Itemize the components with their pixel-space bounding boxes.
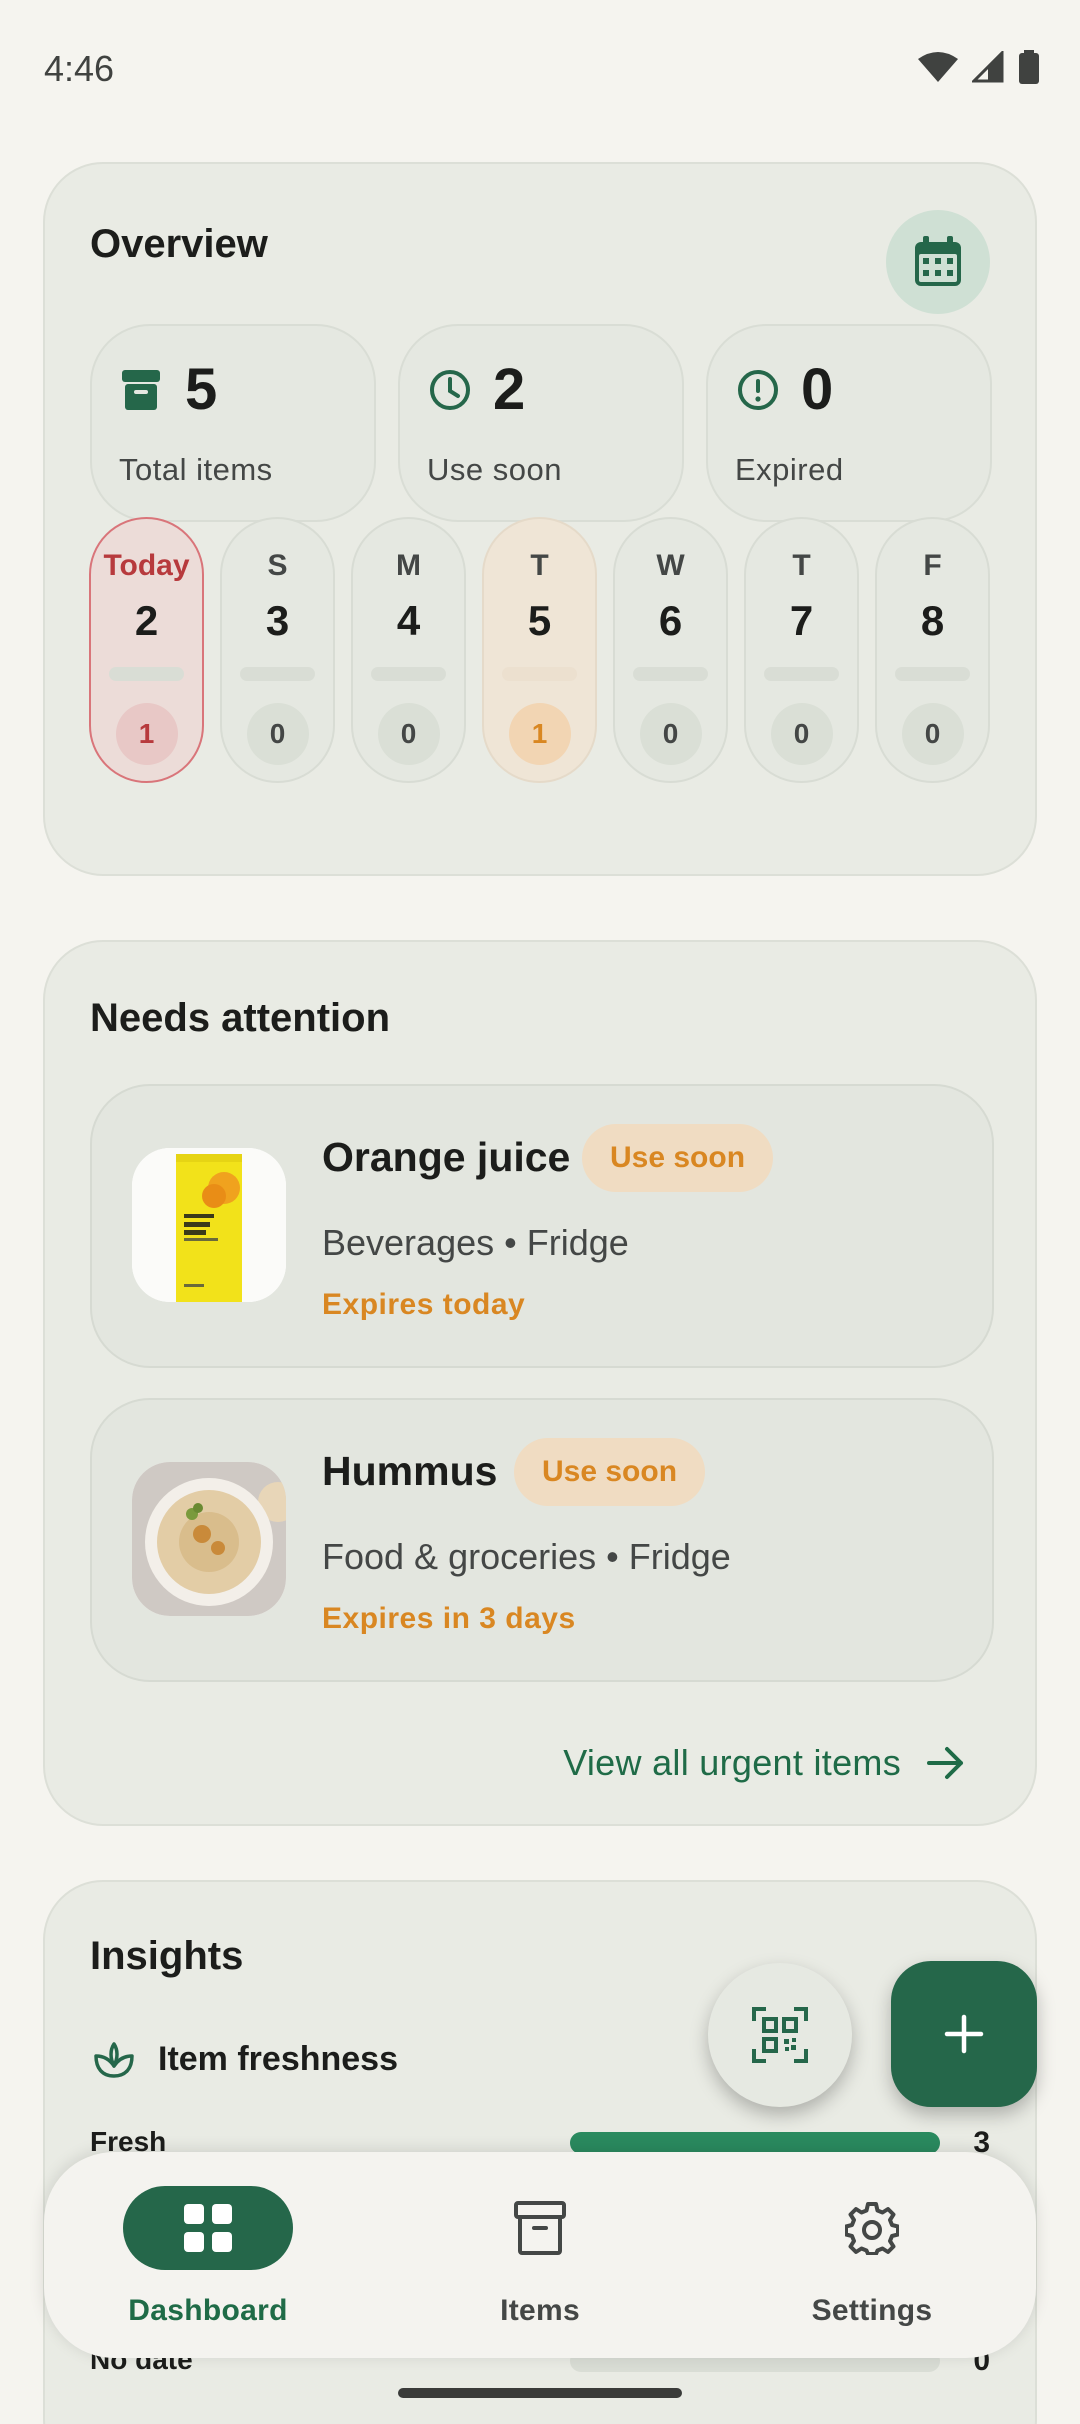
stat-use-soon[interactable]: 2 Use soon <box>398 324 684 522</box>
add-item-button[interactable] <box>891 1961 1037 2107</box>
scan-button[interactable] <box>708 1963 852 2107</box>
day-count: 0 <box>246 703 309 765</box>
day-count: 0 <box>377 703 440 765</box>
day-count: 0 <box>770 703 833 765</box>
item-image <box>132 1462 286 1616</box>
stat-label: Use soon <box>427 452 562 487</box>
day-thu[interactable]: T 7 0 <box>744 517 859 783</box>
day-label: S <box>267 549 288 582</box>
alert-circle-icon <box>738 370 778 410</box>
item-meta: Food & groceries • Fridge <box>322 1536 731 1577</box>
home-indicator <box>398 2388 682 2398</box>
stat-label: Expired <box>735 452 844 487</box>
day-date: 8 <box>920 597 945 644</box>
attention-title: Needs attention <box>90 996 391 1040</box>
item-name: Hummus <box>322 1448 498 1494</box>
day-bar <box>633 667 708 681</box>
calendar-button[interactable] <box>886 210 990 314</box>
day-fri[interactable]: F 8 0 <box>875 517 990 783</box>
day-label: T <box>530 549 549 582</box>
day-label: M <box>396 549 421 582</box>
day-count: 1 <box>115 703 178 765</box>
day-bar <box>109 667 184 681</box>
nav-dashboard[interactable]: Dashboard <box>58 2186 358 2346</box>
day-wed[interactable]: W 6 0 <box>613 517 728 783</box>
wifi-icon <box>918 52 958 82</box>
arrow-right-icon <box>927 1747 963 1779</box>
nav-indicator <box>787 2186 957 2270</box>
nav-items[interactable]: Items <box>390 2186 690 2346</box>
stat-total-items[interactable]: 5 Total items <box>90 324 376 522</box>
view-all-urgent-link[interactable]: View all urgent items <box>563 1742 965 1784</box>
day-bar <box>240 667 315 681</box>
gear-icon <box>845 2202 899 2255</box>
day-date: 5 <box>527 597 552 644</box>
archive-icon <box>514 2201 566 2255</box>
clock-icon <box>430 370 470 410</box>
day-label: W <box>656 549 685 582</box>
overview-title: Overview <box>90 222 268 266</box>
day-today[interactable]: Today 2 1 <box>89 517 204 783</box>
stat-value: 5 <box>185 357 218 422</box>
bottom-navigation: Dashboard Items Settings <box>44 2152 1036 2358</box>
status-icons <box>918 50 1040 84</box>
item-expiry: Expires today <box>322 1288 526 1321</box>
sprout-icon <box>94 2042 134 2078</box>
freshness-bar-fill <box>570 2132 940 2154</box>
item-expiry: Expires in 3 days <box>322 1602 576 1635</box>
day-label: F <box>923 549 942 582</box>
nav-label: Settings <box>811 2294 933 2327</box>
stat-value: 0 <box>801 357 834 422</box>
day-count: 1 <box>508 703 571 765</box>
nav-settings[interactable]: Settings <box>722 2186 1022 2346</box>
signal-icon <box>972 51 1004 83</box>
day-bar <box>502 667 577 681</box>
status-time: 4:46 <box>44 48 115 89</box>
day-bar <box>764 667 839 681</box>
attention-card: Needs attention Orange juice Use soon Be… <box>43 940 1037 1826</box>
freshness-bar <box>570 2132 940 2154</box>
day-date: 2 <box>134 597 159 644</box>
day-tue[interactable]: T 5 1 <box>482 517 597 783</box>
attention-item-orange-juice[interactable]: Orange juice Use soon Beverages • Fridge… <box>90 1084 994 1368</box>
day-count: 0 <box>639 703 702 765</box>
nav-label: Dashboard <box>128 2294 288 2327</box>
item-image <box>132 1148 286 1302</box>
archive-icon <box>122 370 160 410</box>
day-date: 4 <box>396 597 421 644</box>
insights-title: Insights <box>90 1934 244 1978</box>
view-all-label: View all urgent items <box>563 1742 901 1783</box>
stat-label: Total items <box>119 452 273 487</box>
day-date: 6 <box>658 597 683 644</box>
plus-icon <box>944 2014 984 2054</box>
day-count: 0 <box>901 703 964 765</box>
item-meta: Beverages • Fridge <box>322 1222 629 1263</box>
battery-icon <box>1019 50 1039 84</box>
grid-icon <box>184 2204 232 2252</box>
day-bar <box>371 667 446 681</box>
freshness-title: Item freshness <box>158 2040 398 2078</box>
nav-indicator <box>123 2186 293 2270</box>
day-date: 7 <box>789 597 814 644</box>
attention-item-hummus[interactable]: Hummus Use soon Food & groceries • Fridg… <box>90 1398 994 1682</box>
day-sat[interactable]: S 3 0 <box>220 517 335 783</box>
nav-label: Items <box>500 2294 580 2327</box>
day-bar <box>895 667 970 681</box>
stat-expired[interactable]: 0 Expired <box>706 324 992 522</box>
calendar-icon <box>915 236 961 286</box>
day-label: Today <box>103 549 190 582</box>
status-badge: Use soon <box>582 1124 774 1192</box>
day-date: 3 <box>265 597 290 644</box>
stat-value: 2 <box>493 357 526 422</box>
item-name: Orange juice <box>322 1134 571 1180</box>
qr-scan-icon <box>752 2007 808 2063</box>
status-badge: Use soon <box>514 1438 706 1506</box>
day-mon[interactable]: M 4 0 <box>351 517 466 783</box>
day-label: T <box>792 549 811 582</box>
nav-indicator <box>455 2186 625 2270</box>
